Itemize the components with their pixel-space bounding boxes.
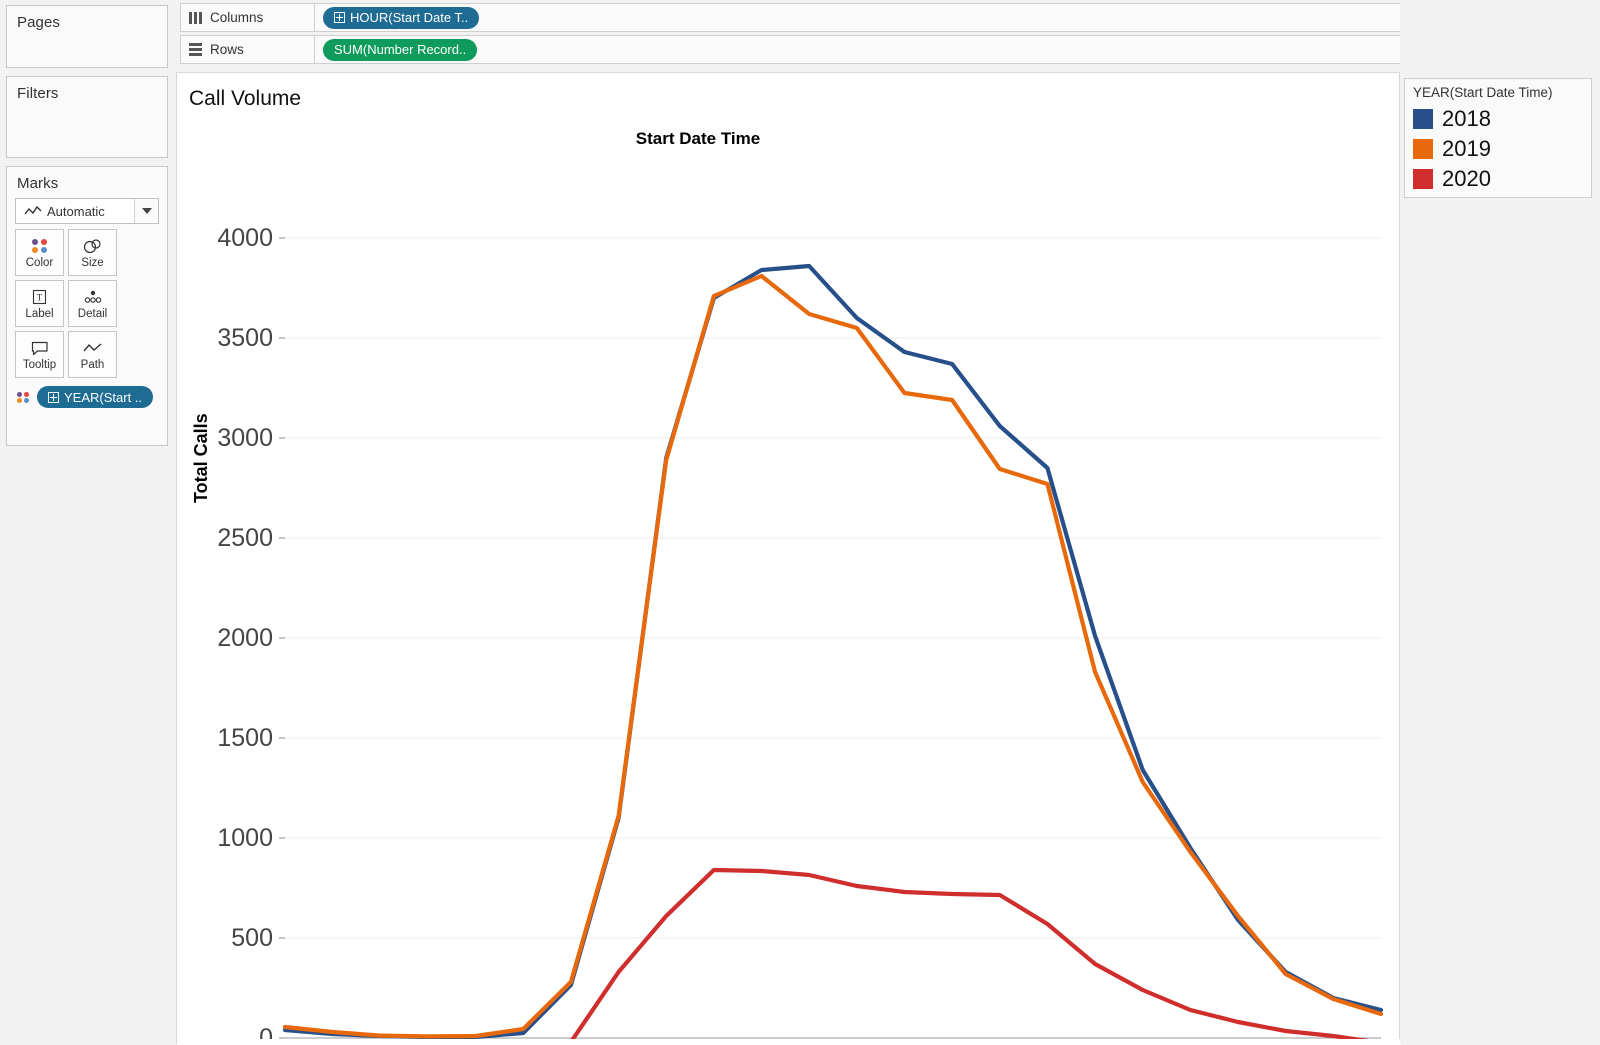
y-tick-label: 3000 [217,424,273,452]
path-line-icon [82,337,103,359]
marks-title: Marks [17,175,59,192]
legend-swatch-icon [1413,109,1433,129]
rows-pill-label: SUM(Number Record.. [334,42,467,57]
hierarchy-expand-icon[interactable] [334,12,345,23]
marks-color-pill-label: YEAR(Start .. [64,389,143,405]
color-legend: YEAR(Start Date Time) 2018 2019 2020 [1404,78,1592,198]
line-series-2019[interactable] [282,273,1384,1039]
marks-button-path-label: Path [80,359,105,372]
marks-color-pill[interactable]: YEAR(Start .. [37,386,154,408]
marks-button-color[interactable]: Color [15,229,64,276]
line-series-2020[interactable] [282,867,1384,1045]
y-tick-label: 1000 [217,824,273,852]
y-tick-label: 4000 [217,224,273,252]
tooltip-bubble-icon [30,337,50,359]
legend-swatch-icon [1413,139,1433,159]
marks-button-size-label: Size [81,257,104,270]
y-tick-label: 2500 [217,524,273,552]
columns-pill-label: HOUR(Start Date T.. [350,10,469,25]
rows-pill[interactable]: SUM(Number Record.. [323,38,478,61]
legend-item-label: 2019 [1442,136,1491,161]
columns-label-text: Columns [210,10,264,25]
pages-title: Pages [17,14,61,31]
size-circles-icon [82,235,104,257]
worksheet-view: Call Volume Start Date Time Total Calls … [176,72,1401,1045]
rows-shelf-label: Rows [180,35,315,64]
marks-button-label[interactable]: T Label [15,280,64,327]
left-sidebar: Pages Filters Marks Automatic Color Size… [0,0,176,1044]
marks-button-path[interactable]: Path [68,331,117,378]
legend-item[interactable]: 2020 [1413,164,1591,194]
marks-button-tooltip-label: Tooltip [22,359,57,372]
axis-mask [177,1039,1401,1045]
marks-button-tooltip[interactable]: Tooltip [15,331,64,378]
shelf-area: Columns HOUR(Start Date T.. Rows SUM(Num… [176,0,1600,72]
legend-item[interactable]: 2018 [1413,104,1591,134]
legend-item[interactable]: 2019 [1413,134,1591,164]
legend-items: 2018 2019 2020 [1413,104,1591,194]
mark-type-label: Automatic [47,203,105,219]
legend-title: YEAR(Start Date Time) [1413,85,1553,100]
marks-button-detail[interactable]: Detail [68,280,117,327]
columns-icon [189,11,202,24]
y-tick-label: 3500 [217,324,273,352]
columns-shelf-row: Columns HOUR(Start Date T.. [180,3,1596,32]
chevron-down-icon[interactable] [134,199,158,223]
columns-shelf-label: Columns [180,3,315,32]
marks-button-size[interactable]: Size [68,229,117,276]
svg-text:T: T [37,293,43,303]
legend-swatch-icon [1413,169,1433,189]
rows-shelf-row: Rows SUM(Number Record.. [180,35,1596,64]
hierarchy-expand-icon[interactable] [48,391,59,403]
marks-color-shelf: YEAR(Start .. [7,378,167,408]
y-tick-label: 500 [231,924,273,952]
legend-item-label: 2020 [1442,166,1491,191]
legend-item-label: 2018 [1442,106,1491,131]
color-dots-icon [31,235,48,257]
marks-button-color-label: Color [25,257,54,270]
line-chart-plot[interactable]: 0500100015002000250030003500400001234567… [177,73,1401,1045]
line-series-2018[interactable] [282,263,1384,1040]
rows-icon [189,43,202,56]
marks-button-label-label: Label [25,308,54,321]
detail-dots-icon [82,286,104,308]
y-tick-label: 2000 [217,624,273,652]
color-dots-icon [17,391,30,403]
columns-pill[interactable]: HOUR(Start Date T.. [323,6,480,29]
marks-button-detail-label: Detail [77,308,108,321]
filters-title: Filters [17,85,59,102]
rows-label-text: Rows [210,42,244,57]
label-text-icon: T [31,286,48,308]
marks-card: Marks Automatic Color Size T Label Detai… [6,166,168,446]
marks-buttons: Color Size T Label Detail Tooltip Path [7,224,167,378]
mark-type-dropdown[interactable]: Automatic [15,198,159,224]
y-tick-label: 1500 [217,724,273,752]
pages-card[interactable]: Pages [6,5,168,68]
filters-card[interactable]: Filters [6,76,168,158]
line-chart-icon [16,205,47,217]
